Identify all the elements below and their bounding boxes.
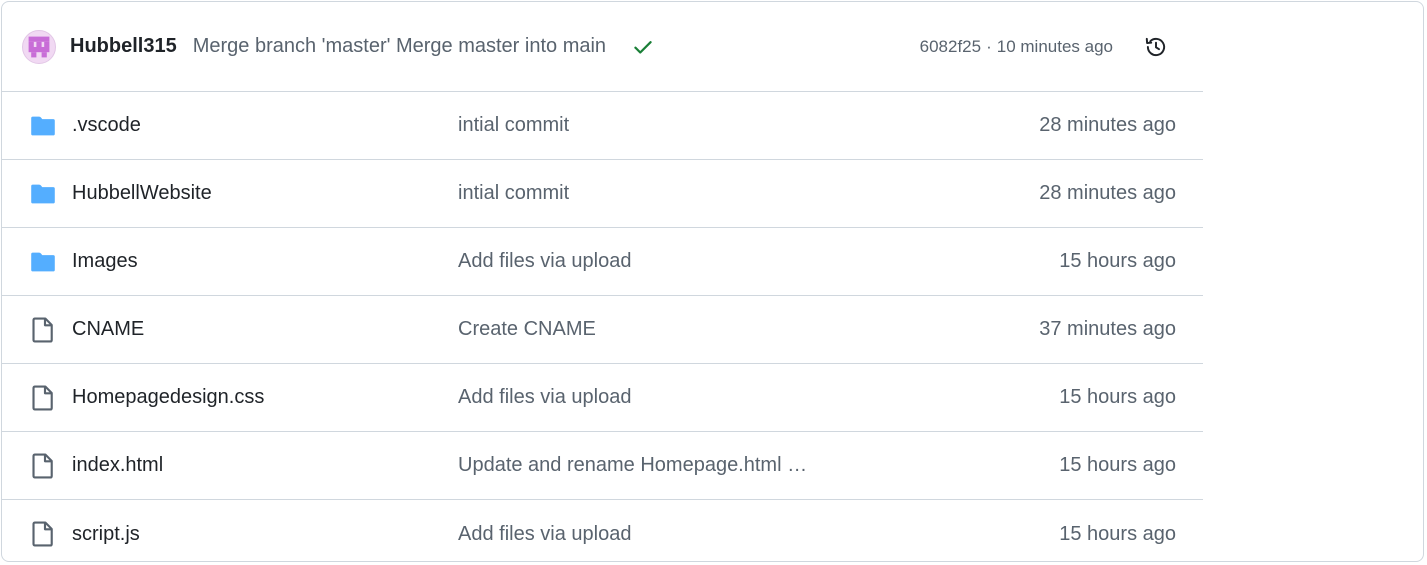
- file-icon: [30, 521, 56, 547]
- file-list: .vscode intial commit 28 minutes ago Hub…: [2, 92, 1203, 561]
- file-browser: Hubbell315 Merge branch 'master' Merge m…: [1, 1, 1424, 562]
- commit-author-link[interactable]: Hubbell315: [70, 35, 177, 58]
- file-icon: [30, 384, 56, 411]
- file-name-link[interactable]: script.js: [72, 523, 140, 546]
- file-name-link[interactable]: Homepagedesign.css: [72, 386, 264, 409]
- commit-time: 10 minutes ago: [996, 37, 1113, 56]
- file-commit-message-link[interactable]: Add files via upload: [458, 250, 631, 273]
- file-commit-message-link[interactable]: Add files via upload: [458, 523, 631, 546]
- file-icon: [30, 452, 56, 479]
- file-name-link[interactable]: Images: [72, 250, 138, 273]
- file-commit-message-link[interactable]: intial commit: [458, 182, 569, 205]
- file-icon: [30, 316, 56, 343]
- table-row[interactable]: index.html Update and rename Homepage.ht…: [2, 432, 1203, 500]
- file-commit-age: 28 minutes ago: [1039, 182, 1176, 204]
- check-icon[interactable]: [632, 36, 654, 58]
- file-name-link[interactable]: HubbellWebsite: [72, 182, 212, 205]
- file-commit-message-link[interactable]: Add files via upload: [458, 386, 631, 409]
- file-commit-age: 15 hours ago: [1059, 522, 1176, 545]
- table-row[interactable]: Homepagedesign.css Add files via upload …: [2, 364, 1203, 432]
- meta-separator: ·: [986, 37, 992, 56]
- table-row[interactable]: .vscode intial commit 28 minutes ago: [2, 92, 1203, 160]
- avatar[interactable]: [22, 29, 56, 64]
- folder-icon: [30, 113, 56, 139]
- file-name-link[interactable]: index.html: [72, 454, 163, 477]
- file-name-link[interactable]: .vscode: [72, 114, 141, 137]
- table-row[interactable]: script.js Add files via upload 15 hours …: [2, 500, 1203, 561]
- folder-icon: [30, 249, 56, 275]
- identicon-icon: [28, 36, 50, 57]
- history-icon[interactable]: [1143, 34, 1169, 60]
- file-table: Hubbell315 Merge branch 'master' Merge m…: [2, 2, 1203, 561]
- latest-commit-bar: Hubbell315 Merge branch 'master' Merge m…: [2, 2, 1203, 92]
- file-commit-age: 15 hours ago: [1059, 386, 1176, 408]
- file-name-link[interactable]: CNAME: [72, 318, 144, 341]
- table-row[interactable]: HubbellWebsite intial commit 28 minutes …: [2, 160, 1203, 228]
- file-commit-age: 37 minutes ago: [1039, 318, 1176, 340]
- file-commit-message-link[interactable]: Create CNAME: [458, 318, 596, 341]
- file-commit-message-link[interactable]: Update and rename Homepage.html …: [458, 454, 807, 477]
- commit-meta: 6082f25 · 10 minutes ago: [920, 2, 1113, 92]
- commit-message-link[interactable]: Merge branch 'master' Merge master into …: [193, 35, 606, 58]
- file-commit-age: 15 hours ago: [1059, 454, 1176, 476]
- table-row[interactable]: Images Add files via upload 15 hours ago: [2, 228, 1203, 296]
- table-row[interactable]: CNAME Create CNAME 37 minutes ago: [2, 296, 1203, 364]
- commit-sha-link[interactable]: 6082f25: [920, 37, 981, 57]
- file-commit-message-link[interactable]: intial commit: [458, 114, 569, 137]
- file-commit-age: 15 hours ago: [1059, 250, 1176, 272]
- folder-icon: [30, 181, 56, 207]
- file-commit-age: 28 minutes ago: [1039, 114, 1176, 136]
